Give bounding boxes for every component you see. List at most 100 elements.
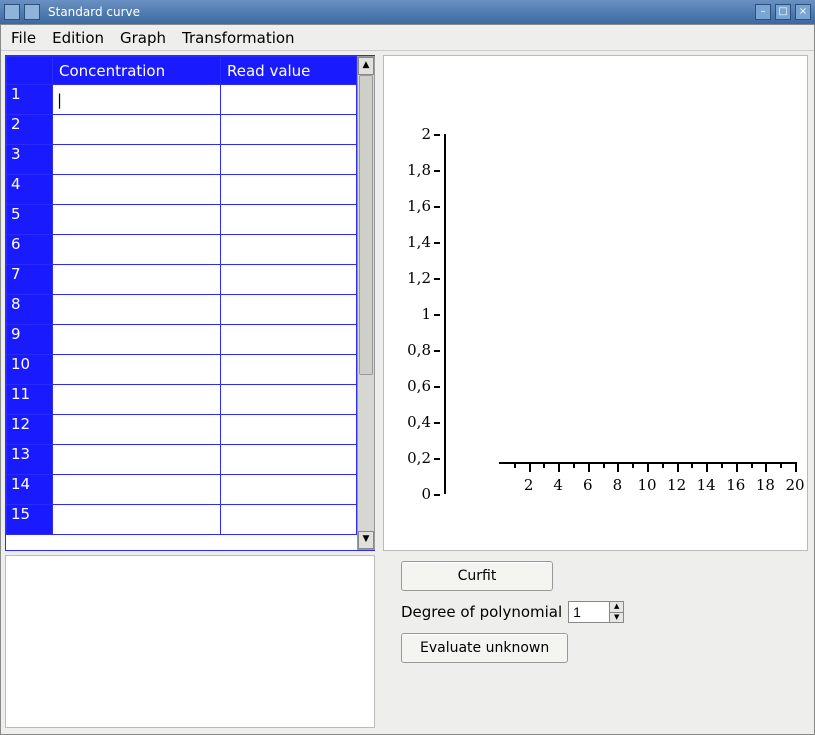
cell-read-value[interactable] (220, 415, 356, 445)
data-table: Concentration Read value 123456789101112… (6, 56, 357, 535)
cell-concentration[interactable] (53, 445, 221, 475)
table-row: 5 (7, 205, 357, 235)
graph-area: 00,20,40,60,811,21,41,61,82 246810121416… (383, 55, 808, 551)
cell-concentration[interactable] (53, 415, 221, 445)
cell-concentration[interactable] (53, 295, 221, 325)
cell-read-value[interactable] (220, 505, 356, 535)
cell-concentration[interactable] (53, 145, 221, 175)
table-row: 3 (7, 145, 357, 175)
table-scrollbar[interactable]: ▲ ▼ (357, 56, 375, 550)
evaluate-unknown-button[interactable]: Evaluate unknown (401, 633, 568, 663)
y-tick-label: 1 (421, 305, 440, 323)
y-tick-label: 1,6 (407, 197, 440, 215)
row-number[interactable]: 8 (7, 295, 53, 325)
titlebar: Standard curve – □ × (0, 0, 815, 24)
cell-concentration[interactable] (53, 475, 221, 505)
cell-concentration[interactable] (53, 175, 221, 205)
scroll-down-button[interactable]: ▼ (358, 531, 374, 549)
cell-concentration[interactable] (53, 115, 221, 145)
cell-read-value[interactable] (220, 175, 356, 205)
x-tick (529, 462, 531, 472)
row-number[interactable]: 6 (7, 235, 53, 265)
scroll-thumb[interactable] (359, 75, 373, 375)
x-tick (603, 462, 605, 468)
row-number[interactable]: 13 (7, 445, 53, 475)
degree-up-button[interactable]: ▲ (609, 602, 623, 612)
row-number[interactable]: 7 (7, 265, 53, 295)
menu-graph[interactable]: Graph (120, 29, 166, 47)
row-number[interactable]: 15 (7, 505, 53, 535)
cell-concentration[interactable] (53, 355, 221, 385)
table-row: 4 (7, 175, 357, 205)
degree-input[interactable] (569, 602, 609, 622)
menu-file[interactable]: File (11, 29, 36, 47)
x-tick (558, 462, 560, 472)
y-tick-label: 2 (421, 125, 440, 143)
cell-concentration[interactable] (53, 385, 221, 415)
row-number[interactable]: 12 (7, 415, 53, 445)
menu-edition[interactable]: Edition (52, 29, 104, 47)
row-number[interactable]: 5 (7, 205, 53, 235)
row-number[interactable]: 9 (7, 325, 53, 355)
x-tick (662, 462, 664, 468)
app-icon (4, 4, 20, 20)
row-number[interactable]: 4 (7, 175, 53, 205)
row-number[interactable]: 1 (7, 85, 53, 115)
x-tick (780, 462, 782, 468)
left-pane: Concentration Read value 123456789101112… (5, 55, 375, 728)
row-number[interactable]: 11 (7, 385, 53, 415)
x-tick (706, 462, 708, 472)
row-number[interactable]: 10 (7, 355, 53, 385)
col-header-read-value[interactable]: Read value (220, 57, 356, 85)
x-tick (617, 462, 619, 472)
row-number[interactable]: 3 (7, 145, 53, 175)
cell-concentration[interactable] (53, 265, 221, 295)
cell-concentration[interactable] (53, 325, 221, 355)
data-table-container: Concentration Read value 123456789101112… (5, 55, 375, 551)
x-ruler (499, 462, 795, 476)
cell-read-value[interactable] (220, 145, 356, 175)
cell-read-value[interactable] (220, 295, 356, 325)
cell-read-value[interactable] (220, 445, 356, 475)
scroll-up-button[interactable]: ▲ (358, 57, 374, 75)
cell-read-value[interactable] (220, 235, 356, 265)
y-tick-label: 0,2 (407, 449, 440, 467)
scroll-track[interactable] (358, 75, 374, 531)
degree-spinbox[interactable]: ▲ ▼ (568, 601, 624, 623)
cell-read-value[interactable] (220, 115, 356, 145)
menu-transformation[interactable]: Transformation (182, 29, 295, 47)
y-axis (444, 134, 446, 494)
x-tick (677, 462, 679, 472)
x-scale: 2468101214161820 (499, 462, 795, 502)
x-tick (765, 462, 767, 472)
row-number[interactable]: 2 (7, 115, 53, 145)
table-row: 14 (7, 475, 357, 505)
cell-read-value[interactable] (220, 85, 356, 115)
cell-read-value[interactable] (220, 355, 356, 385)
right-pane: 00,20,40,60,811,21,41,61,82 246810121416… (383, 55, 808, 728)
x-tick (573, 462, 575, 468)
table-row: 10 (7, 355, 357, 385)
secondary-icon (24, 4, 40, 20)
maximize-button[interactable]: □ (775, 4, 791, 20)
cell-concentration[interactable] (53, 85, 221, 115)
cell-concentration[interactable] (53, 205, 221, 235)
table-row: 8 (7, 295, 357, 325)
cell-read-value[interactable] (220, 205, 356, 235)
x-tick-label: 10 (637, 476, 656, 494)
y-tick-label: 0,8 (407, 341, 440, 359)
cell-read-value[interactable] (220, 475, 356, 505)
degree-label: Degree of polynomial (401, 603, 562, 621)
curfit-button[interactable]: Curfit (401, 561, 553, 591)
degree-down-button[interactable]: ▼ (609, 612, 623, 623)
col-header-concentration[interactable]: Concentration (53, 57, 221, 85)
cell-concentration[interactable] (53, 505, 221, 535)
cell-concentration[interactable] (53, 235, 221, 265)
cell-read-value[interactable] (220, 385, 356, 415)
row-number[interactable]: 14 (7, 475, 53, 505)
minimize-button[interactable]: – (755, 4, 771, 20)
cell-read-value[interactable] (220, 325, 356, 355)
close-button[interactable]: × (795, 4, 811, 20)
table-row: 6 (7, 235, 357, 265)
cell-read-value[interactable] (220, 265, 356, 295)
